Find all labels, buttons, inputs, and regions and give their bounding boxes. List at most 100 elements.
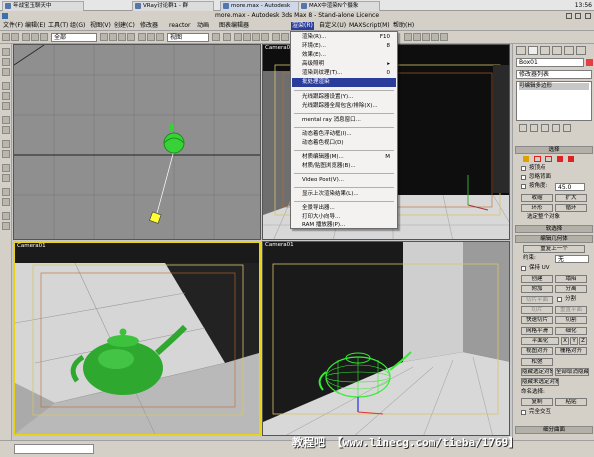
motion-tab-icon[interactable] xyxy=(552,46,562,55)
menu-animation[interactable]: 动画 xyxy=(196,22,210,30)
schematic-view-icon[interactable] xyxy=(413,33,421,41)
snap-toggle-icon[interactable] xyxy=(234,33,242,41)
menu-item-activeshade-viewport[interactable]: 动态着色视口(D) xyxy=(292,139,396,148)
stack-item-editable-poly[interactable]: 可编辑多边形 xyxy=(519,83,589,90)
menu-group[interactable]: 组(G) xyxy=(69,22,86,30)
make-unique-icon[interactable] xyxy=(541,124,549,132)
tool-icon[interactable] xyxy=(2,174,10,182)
menu-edit[interactable]: 编辑(E) xyxy=(24,22,46,30)
border-icon[interactable] xyxy=(545,156,552,162)
paste-button[interactable]: 粘贴 xyxy=(555,398,587,406)
render-scene-icon[interactable] xyxy=(431,33,439,41)
menu-graph-editors[interactable]: 图表编辑器 xyxy=(218,22,250,30)
select-manipulate-icon[interactable] xyxy=(223,33,231,41)
create-tab-icon[interactable] xyxy=(516,46,526,55)
menu-item-raytracer-exclude[interactable]: 光线跟踪器全局包含/排除(X)... xyxy=(292,102,396,111)
menu-rendering[interactable]: 渲染(R) xyxy=(291,22,314,30)
by-vertex-checkbox[interactable] xyxy=(521,166,526,171)
undo-icon[interactable] xyxy=(2,33,10,41)
modifier-list-dropdown[interactable]: 修改器列表 xyxy=(516,70,592,79)
configure-sets-icon[interactable] xyxy=(563,124,571,132)
quick-render-icon[interactable] xyxy=(440,33,448,41)
detach-button[interactable]: 分离 xyxy=(555,285,587,293)
constraints-dropdown[interactable]: 无 xyxy=(555,255,589,263)
align-icon[interactable] xyxy=(281,33,289,41)
menu-help[interactable]: 帮助(H) xyxy=(392,22,415,30)
menu-item-render[interactable]: 渲染(R)... F10 xyxy=(292,33,396,42)
slice-plane-button[interactable]: 切片平面 xyxy=(521,296,553,304)
pin-stack-icon[interactable] xyxy=(519,124,527,132)
maximize-button[interactable] xyxy=(575,13,581,19)
make-planar-button[interactable]: 平面化 xyxy=(521,337,559,345)
tool-icon[interactable] xyxy=(2,140,10,148)
tessellate-button[interactable]: 细化 xyxy=(555,327,587,335)
copy-button[interactable]: 复制 xyxy=(521,398,553,406)
curve-editor-icon[interactable] xyxy=(404,33,412,41)
menu-item-show-last-render[interactable]: 显示上次渲染结果(L)... xyxy=(292,190,396,199)
viewport-bottom-left[interactable]: Camera01 xyxy=(13,241,261,436)
select-and-scale-icon[interactable] xyxy=(156,33,164,41)
cut-button[interactable]: 切割 xyxy=(555,316,587,324)
hide-unselected-button[interactable]: 隐藏未选定对象 xyxy=(521,378,559,386)
collapse-button[interactable]: 塌陷 xyxy=(555,275,587,283)
mirror-icon[interactable] xyxy=(272,33,280,41)
hierarchy-tab-icon[interactable] xyxy=(540,46,550,55)
planar-z-button[interactable]: Z xyxy=(579,337,587,345)
redo-icon[interactable] xyxy=(11,33,19,41)
meshsmooth-button[interactable]: 网格平滑 xyxy=(521,327,553,335)
tool-icon[interactable] xyxy=(2,212,10,220)
menu-item-environment[interactable]: 环境(E)... 8 xyxy=(292,42,396,51)
tool-icon[interactable] xyxy=(2,222,10,230)
menu-file[interactable]: 文件(F) xyxy=(2,22,24,30)
close-button[interactable] xyxy=(585,13,591,19)
menu-modifiers[interactable]: 修改器 xyxy=(139,22,159,30)
slice-button[interactable]: 切片 xyxy=(521,306,553,314)
planar-y-button[interactable]: Y xyxy=(570,337,578,345)
menu-item-advanced-lighting[interactable]: 高级照明 ▸ xyxy=(292,60,396,69)
selection-filter-dropdown[interactable]: 全部 xyxy=(51,33,97,42)
menu-item-panorama-exporter[interactable]: 全景导出器... xyxy=(292,204,396,213)
reset-plane-button[interactable]: 重置平面 xyxy=(555,306,587,314)
modify-tab-icon[interactable] xyxy=(528,46,538,55)
pivot-center-icon[interactable] xyxy=(212,33,220,41)
menu-item-video-post[interactable]: Video Post(V)... xyxy=(292,176,396,185)
relax-button[interactable]: 松弛 xyxy=(521,358,553,366)
element-icon[interactable] xyxy=(568,156,574,162)
menu-maxscript[interactable]: MAXScript(M) xyxy=(348,22,391,30)
attach-button[interactable]: 附加 xyxy=(521,285,553,293)
planar-x-button[interactable]: X xyxy=(561,337,569,345)
shrink-button[interactable]: 收缩 xyxy=(521,194,553,202)
spinner-snap-icon[interactable] xyxy=(261,33,269,41)
menu-item-ram-player[interactable]: RAM 播放器(P)... xyxy=(292,222,396,228)
preserve-uvs-checkbox[interactable] xyxy=(521,266,526,271)
display-tab-icon[interactable] xyxy=(564,46,574,55)
menu-item-activeshade-floater[interactable]: 动态着色浮动框(I)... xyxy=(292,130,396,139)
menu-tools[interactable]: 工具(T) xyxy=(47,22,69,30)
rollout-edit-geometry[interactable]: 编辑几何体 xyxy=(515,235,593,243)
bind-space-warp-icon[interactable] xyxy=(40,33,48,41)
angle-snap-icon[interactable] xyxy=(243,33,251,41)
menu-item-effects[interactable]: 效果(E)... xyxy=(292,51,396,60)
quickslice-button[interactable]: 快速切片 xyxy=(521,316,553,324)
select-and-move-icon[interactable] xyxy=(138,33,146,41)
unhide-all-button[interactable]: 全部取消隐藏 xyxy=(555,368,589,376)
tool-icon[interactable] xyxy=(2,92,10,100)
loop-button[interactable]: 循环 xyxy=(555,204,587,212)
tool-icon[interactable] xyxy=(2,82,10,90)
tool-icon[interactable] xyxy=(2,126,10,134)
menu-item-batch-render[interactable]: 批处理渲染 xyxy=(292,78,396,87)
ignore-backfacing-checkbox[interactable] xyxy=(521,175,526,180)
percent-snap-icon[interactable] xyxy=(252,33,260,41)
tool-icon[interactable] xyxy=(2,68,10,76)
menu-create[interactable]: 创建(C) xyxy=(113,22,136,30)
menu-item-material-browser[interactable]: 材质/贴图浏览器(B)... xyxy=(292,162,396,171)
show-end-result-icon[interactable] xyxy=(530,124,538,132)
tool-icon[interactable] xyxy=(2,150,10,158)
menu-reactor[interactable]: reactor xyxy=(168,22,192,30)
select-and-rotate-icon[interactable] xyxy=(147,33,155,41)
link-icon[interactable] xyxy=(22,33,30,41)
window-crossing-icon[interactable] xyxy=(127,33,135,41)
repeat-last-button[interactable]: 重复上一个 xyxy=(523,245,585,253)
unlink-icon[interactable] xyxy=(31,33,39,41)
rollout-soft-selection[interactable]: 软选择 xyxy=(515,225,593,233)
